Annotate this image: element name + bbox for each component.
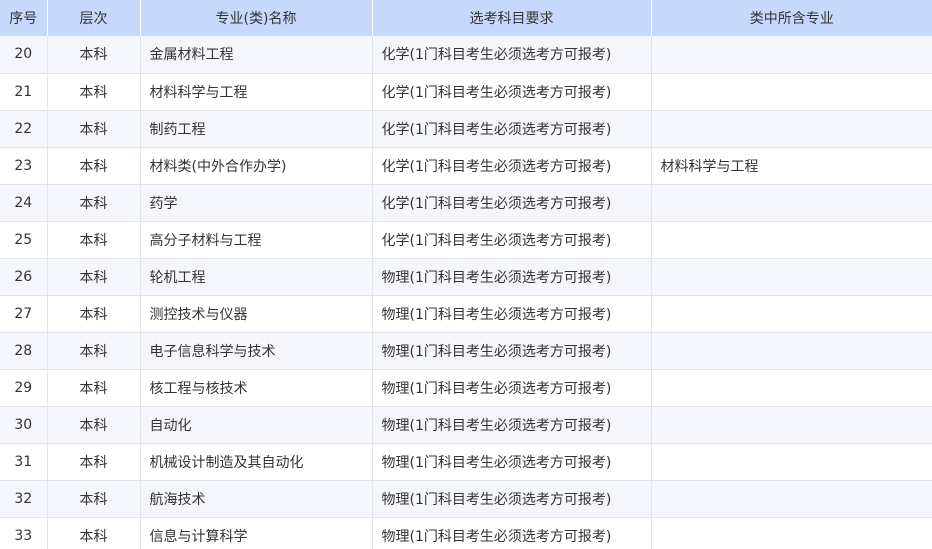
cell-index: 27 (0, 295, 48, 333)
cell-subject-requirement: 物理(1门科目考生必须选考方可报考) (372, 443, 652, 481)
cell-index: 30 (0, 406, 48, 444)
cell-major-name: 核工程与核技术 (140, 369, 373, 407)
cell-subject-requirement: 化学(1门科目考生必须选考方可报考) (372, 110, 652, 148)
cell-subject-requirement: 物理(1门科目考生必须选考方可报考) (372, 258, 652, 296)
cell-major-name: 材料类(中外合作办学) (140, 147, 373, 185)
cell-included-majors (651, 221, 932, 259)
header-included-majors: 类中所含专业 (651, 0, 932, 36)
table-row: 21 本科 材料科学与工程 化学(1门科目考生必须选考方可报考) (0, 73, 932, 111)
cell-included-majors (651, 369, 932, 407)
header-index: 序号 (0, 0, 48, 36)
cell-level: 本科 (47, 369, 141, 407)
cell-subject-requirement: 化学(1门科目考生必须选考方可报考) (372, 221, 652, 259)
cell-level: 本科 (47, 258, 141, 296)
cell-level: 本科 (47, 73, 141, 111)
table-row: 24 本科 药学 化学(1门科目考生必须选考方可报考) (0, 184, 932, 222)
cell-index: 31 (0, 443, 48, 481)
cell-subject-requirement: 物理(1门科目考生必须选考方可报考) (372, 369, 652, 407)
cell-index: 20 (0, 36, 48, 74)
cell-included-majors (651, 332, 932, 370)
cell-major-name: 自动化 (140, 406, 373, 444)
table-row: 20 本科 金属材料工程 化学(1门科目考生必须选考方可报考) (0, 36, 932, 74)
cell-level: 本科 (47, 36, 141, 74)
cell-major-name: 金属材料工程 (140, 36, 373, 74)
cell-index: 26 (0, 258, 48, 296)
cell-included-majors (651, 443, 932, 481)
cell-index: 25 (0, 221, 48, 259)
cell-included-majors (651, 73, 932, 111)
table-row: 23 本科 材料类(中外合作办学) 化学(1门科目考生必须选考方可报考) 材料科学与工程 (0, 147, 932, 185)
table-row: 31 本科 机械设计制造及其自动化 物理(1门科目考生必须选考方可报考) (0, 443, 932, 481)
cell-major-name: 轮机工程 (140, 258, 373, 296)
cell-major-name: 电子信息科学与技术 (140, 332, 373, 370)
table-row: 29 本科 核工程与核技术 物理(1门科目考生必须选考方可报考) (0, 369, 932, 407)
cell-index: 29 (0, 369, 48, 407)
cell-subject-requirement: 化学(1门科目考生必须选考方可报考) (372, 73, 652, 111)
cell-major-name: 信息与计算科学 (140, 517, 373, 549)
cell-level: 本科 (47, 406, 141, 444)
cell-level: 本科 (47, 332, 141, 370)
cell-subject-requirement: 物理(1门科目考生必须选考方可报考) (372, 480, 652, 518)
cell-index: 28 (0, 332, 48, 370)
header-subject-requirement: 选考科目要求 (372, 0, 652, 36)
table-row: 25 本科 高分子材料与工程 化学(1门科目考生必须选考方可报考) (0, 221, 932, 259)
cell-included-majors (651, 36, 932, 74)
cell-included-majors (651, 406, 932, 444)
header-row: 序号 层次 专业(类)名称 选考科目要求 类中所含专业 (0, 0, 932, 36)
cell-major-name: 高分子材料与工程 (140, 221, 373, 259)
table-body: 20 本科 金属材料工程 化学(1门科目考生必须选考方可报考) 21 本科 材料科学与工程化… (0, 36, 932, 549)
cell-index: 33 (0, 517, 48, 549)
cell-major-name: 测控技术与仪器 (140, 295, 373, 333)
cell-subject-requirement: 物理(1门科目考生必须选考方可报考) (372, 406, 652, 444)
cell-level: 本科 (47, 221, 141, 259)
cell-index: 32 (0, 480, 48, 518)
cell-level: 本科 (47, 147, 141, 185)
cell-level: 本科 (47, 443, 141, 481)
cell-major-name: 材料科学与工程 (140, 73, 373, 111)
cell-major-name: 航海技术 (140, 480, 373, 518)
cell-level: 本科 (47, 184, 141, 222)
cell-included-majors: 材料科学与工程 (651, 147, 932, 185)
cell-index: 24 (0, 184, 48, 222)
cell-subject-requirement: 物理(1门科目考生必须选考方可报考) (372, 295, 652, 333)
cell-major-name: 机械设计制造及其自动化 (140, 443, 373, 481)
cell-subject-requirement: 化学(1门科目考生必须选考方可报考) (372, 36, 652, 74)
table-row: 32 本科 航海技术 物理(1门科目考生必须选考方可报考) (0, 480, 932, 518)
cell-included-majors (651, 295, 932, 333)
cell-major-name: 制药工程 (140, 110, 373, 148)
subject-requirements-table: 序号 层次 专业(类)名称 选考科目要求 类中所含专业 20 本科 金属材料工程 化学… (0, 0, 932, 549)
cell-subject-requirement: 物理(1门科目考生必须选考方可报考) (372, 332, 652, 370)
table-row: 26 本科 轮机工程 物理(1门科目考生必须选考方可报考) (0, 258, 932, 296)
cell-included-majors (651, 184, 932, 222)
header-level: 层次 (47, 0, 141, 36)
table-header: 序号 层次 专业(类)名称 选考科目要求 类中所含专业 (0, 0, 932, 36)
cell-level: 本科 (47, 110, 141, 148)
cell-included-majors (651, 258, 932, 296)
cell-major-name: 药学 (140, 184, 373, 222)
cell-subject-requirement: 化学(1门科目考生必须选考方可报考) (372, 184, 652, 222)
table-row: 33 本科 信息与计算科学 物理(1门科目考生必须选考方可报考) (0, 517, 932, 549)
cell-level: 本科 (47, 295, 141, 333)
cell-level: 本科 (47, 480, 141, 518)
cell-level: 本科 (47, 517, 141, 549)
cell-included-majors (651, 517, 932, 549)
cell-index: 21 (0, 73, 48, 111)
cell-included-majors (651, 480, 932, 518)
cell-included-majors (651, 110, 932, 148)
table-row: 27 本科 测控技术与仪器 物理(1门科目考生必须选考方可报考) (0, 295, 932, 333)
table-row: 28 本科 电子信息科学与技术 物理(1门科目考生必须选考方可报考) (0, 332, 932, 370)
cell-index: 23 (0, 147, 48, 185)
table-row: 30 本科 自动化 物理(1门科目考生必须选考方可报考) (0, 406, 932, 444)
cell-subject-requirement: 物理(1门科目考生必须选考方可报考) (372, 517, 652, 549)
cell-subject-requirement: 化学(1门科目考生必须选考方可报考) (372, 147, 652, 185)
header-major-name: 专业(类)名称 (140, 0, 373, 36)
table-row: 22 本科 制药工程 化学(1门科目考生必须选考方可报考) (0, 110, 932, 148)
cell-index: 22 (0, 110, 48, 148)
